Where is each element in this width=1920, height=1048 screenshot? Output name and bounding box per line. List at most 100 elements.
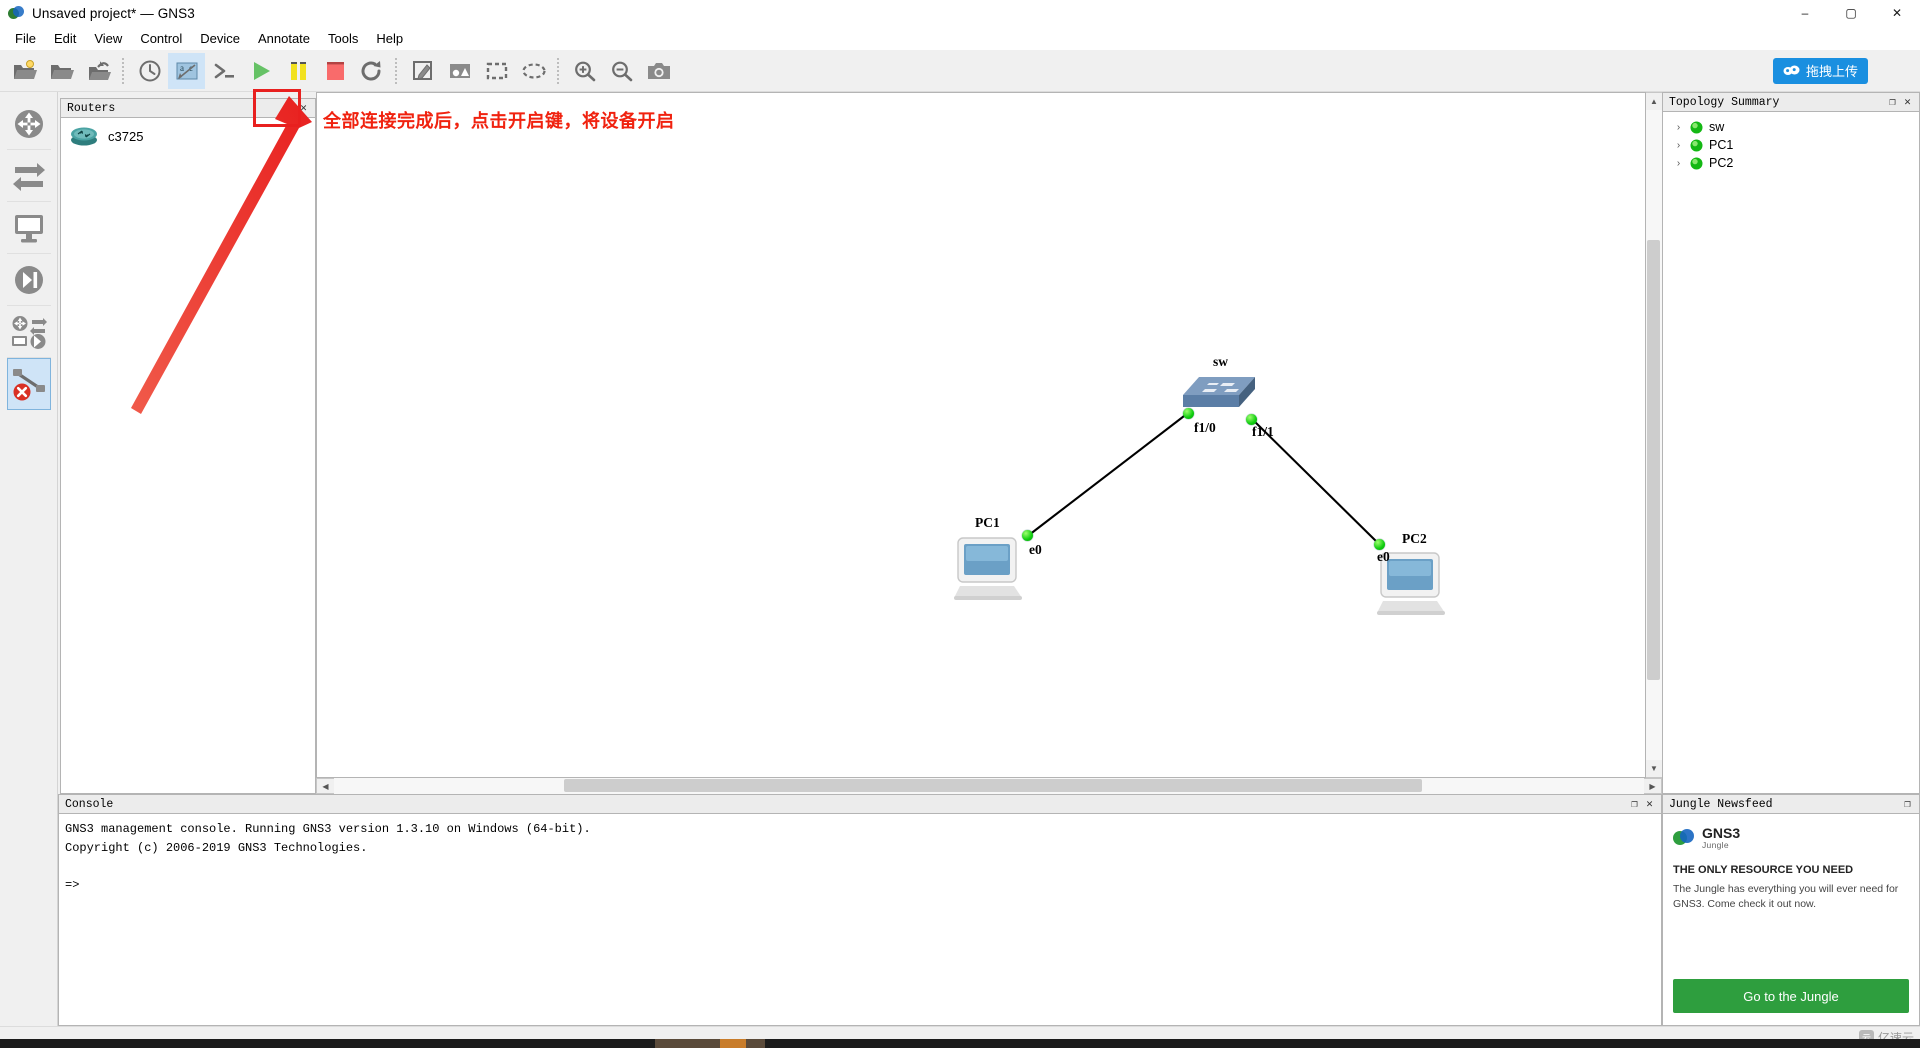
routers-panel-header: Routers ❐ ✕ — [60, 98, 316, 117]
sidebar-item-switches[interactable] — [6, 150, 51, 202]
toolbar-separator — [122, 57, 126, 84]
list-item[interactable]: c3725 — [61, 118, 315, 154]
menu-help[interactable]: Help — [367, 29, 412, 48]
expander-icon[interactable]: › — [1673, 122, 1684, 133]
console-float-icon[interactable]: ❐ — [1627, 797, 1642, 812]
jungle-newsfeed-dock-panel: Jungle Newsfeed ❐ GNS3 Jungle THE ONLY R… — [1662, 794, 1920, 1026]
security-devices-category-icon — [14, 265, 43, 294]
port-label-f1-0: f1/0 — [1194, 420, 1216, 435]
snapshot-clock-icon[interactable] — [131, 53, 168, 89]
workspace-column: Routers ❐ ✕ c3725 全部连接完成后，点击开启键，将设备开启 sw… — [58, 92, 1920, 1026]
gns3-logo-icon — [8, 5, 25, 22]
console-line-2: Copyright (c) 2006-2019 GNS3 Technologie… — [65, 840, 368, 855]
start-all-icon[interactable] — [242, 53, 279, 89]
title-bar: Unsaved project* — GNS3 – ▢ ✕ — [0, 0, 1920, 26]
menu-tools[interactable]: Tools — [319, 29, 367, 48]
topology-canvas-wrap: 全部连接完成后，点击开启键，将设备开启 sw f1/0 f1/1 PC1 e0 … — [316, 92, 1662, 794]
toolbar-separator-2 — [395, 57, 399, 84]
jungle-logo-title: GNS3 — [1702, 825, 1741, 841]
new-project-icon[interactable] — [6, 53, 43, 89]
open-project-icon[interactable] — [43, 53, 80, 89]
topology-float-icon[interactable]: ❐ — [1885, 95, 1900, 110]
svg-text:a: a — [180, 63, 184, 73]
hscroll-thumb[interactable] — [564, 779, 1422, 792]
router-item-label: c3725 — [108, 128, 144, 144]
upper-panels-row: Routers ❐ ✕ c3725 全部连接完成后，点击开启键，将设备开启 sw… — [58, 92, 1920, 794]
scroll-up-icon[interactable]: ▲ — [1646, 93, 1662, 110]
stop-all-icon[interactable] — [316, 53, 353, 89]
sidebar-item-security-devices[interactable] — [6, 254, 51, 306]
console-dock-panel: Console ❐ ✕ GNS3 management console. Run… — [58, 794, 1662, 1026]
console-panel-header: Console ❐ ✕ — [58, 794, 1662, 813]
routers-panel-title: Routers — [67, 101, 116, 115]
close-button[interactable]: ✕ — [1874, 0, 1920, 26]
topology-canvas[interactable]: 全部连接完成后，点击开启键，将设备开启 sw f1/0 f1/1 PC1 e0 … — [316, 92, 1646, 778]
console-panel-title: Console — [65, 797, 114, 811]
expander-icon[interactable]: › — [1673, 140, 1684, 151]
menu-file[interactable]: File — [6, 29, 45, 48]
menu-view[interactable]: View — [85, 29, 131, 48]
pause-all-icon[interactable] — [279, 53, 316, 89]
routers-close-icon[interactable]: ✕ — [296, 101, 311, 116]
list-item[interactable]: › PC2 — [1663, 154, 1919, 172]
node-label-pc1[interactable]: PC1 — [975, 515, 1000, 531]
save-project-icon[interactable] — [80, 53, 117, 89]
maximize-button[interactable]: ▢ — [1828, 0, 1874, 26]
menu-annotate[interactable]: Annotate — [249, 29, 319, 48]
sidebar-item-all-devices[interactable] — [6, 306, 51, 358]
jungle-body-text: The Jungle has everything you will ever … — [1673, 883, 1899, 911]
menu-edit[interactable]: Edit — [45, 29, 85, 48]
zoom-out-icon[interactable] — [603, 53, 640, 89]
show-interface-labels-icon[interactable]: a c — [168, 52, 205, 89]
canvas-vertical-scrollbar[interactable]: ▲ ▼ — [1646, 92, 1662, 778]
pc-icon[interactable] — [954, 536, 1024, 602]
canvas-horizontal-scrollbar[interactable]: ◀ ▶ — [316, 778, 1662, 794]
list-item[interactable]: › sw — [1663, 118, 1919, 136]
console-prompt-icon[interactable] — [205, 53, 242, 89]
add-link-cancel-icon — [12, 369, 45, 401]
jungle-float-icon[interactable]: ❐ — [1900, 797, 1915, 812]
sidebar-item-add-link[interactable] — [6, 358, 51, 410]
console-output[interactable]: GNS3 management console. Running GNS3 ve… — [58, 813, 1662, 1026]
link-status-dot-pc1-e0 — [1022, 530, 1033, 541]
topology-close-icon[interactable]: ✕ — [1900, 95, 1915, 110]
topology-node-label: PC2 — [1709, 156, 1734, 170]
vscroll-track[interactable] — [1646, 110, 1662, 760]
all-devices-category-icon — [11, 315, 47, 349]
sidebar-item-end-devices[interactable] — [6, 202, 51, 254]
draw-ellipse-icon[interactable] — [515, 53, 552, 89]
menu-device[interactable]: Device — [191, 29, 249, 48]
node-label-pc2[interactable]: PC2 — [1402, 531, 1427, 547]
console-line-1: GNS3 management console. Running GNS3 ve… — [65, 822, 591, 836]
sidebar-item-routers[interactable] — [6, 98, 51, 150]
vscroll-thumb[interactable] — [1647, 240, 1660, 680]
expander-icon[interactable]: › — [1673, 158, 1684, 169]
draw-rectangle-icon[interactable] — [478, 53, 515, 89]
link-sw-pc1 — [1028, 412, 1189, 536]
topology-summary-header: Topology Summary ❐ ✕ — [1662, 92, 1920, 111]
routers-float-icon[interactable]: ❐ — [281, 101, 296, 116]
cloud-upload-button[interactable]: 拖拽上传 — [1772, 57, 1868, 84]
zoom-in-icon[interactable] — [566, 53, 603, 89]
add-note-icon[interactable] — [404, 53, 441, 89]
scroll-left-icon[interactable]: ◀ — [317, 779, 334, 794]
jungle-headline: THE ONLY RESOURCE YOU NEED — [1673, 864, 1854, 876]
reload-all-icon[interactable] — [353, 53, 390, 89]
scroll-right-icon[interactable]: ▶ — [1644, 779, 1661, 794]
topology-summary-dock-panel: Topology Summary ❐ ✕ › sw › PC1 › PC2 — [1662, 92, 1920, 794]
insert-image-icon[interactable] — [441, 53, 478, 89]
list-item[interactable]: › PC1 — [1663, 136, 1919, 154]
main-body: Routers ❐ ✕ c3725 全部连接完成后，点击开启键，将设备开启 sw… — [0, 92, 1920, 1026]
minimize-button[interactable]: – — [1782, 0, 1828, 26]
topology-node-label: PC1 — [1709, 138, 1734, 152]
hscroll-track[interactable] — [334, 778, 1644, 794]
screenshot-icon[interactable] — [640, 53, 677, 89]
jungle-panel-title: Jungle Newsfeed — [1669, 797, 1773, 811]
menu-control[interactable]: Control — [131, 29, 191, 48]
topology-summary-title: Topology Summary — [1669, 95, 1780, 109]
console-close-icon[interactable]: ✕ — [1642, 797, 1657, 812]
scroll-down-icon[interactable]: ▼ — [1646, 760, 1662, 777]
switch-icon[interactable] — [1179, 365, 1259, 413]
window-title: Unsaved project* — GNS3 — [32, 5, 195, 21]
go-to-jungle-button[interactable]: Go to the Jungle — [1673, 979, 1909, 1013]
